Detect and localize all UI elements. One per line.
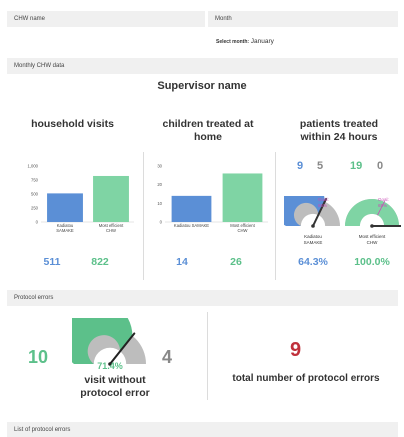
month-field[interactable]: Month bbox=[208, 11, 398, 27]
goal-value-best-text: 65% bbox=[378, 202, 388, 208]
patients-chw-out: 5 bbox=[317, 160, 324, 172]
monthly-section-header: Monthly CHW data bbox=[7, 58, 398, 74]
goal-label-chw: Goal: 65% bbox=[318, 197, 329, 208]
y-tick-label: 250 bbox=[31, 206, 39, 211]
without-error-count: 10 bbox=[28, 347, 49, 367]
goal-label-chw-text: Goal: bbox=[318, 197, 329, 202]
list-section-header: List of protocol errors bbox=[7, 422, 398, 437]
x-category-label: Kadiatou SAMAKE bbox=[174, 223, 209, 228]
protocol-divider bbox=[207, 312, 208, 400]
y-tick-label: 0 bbox=[160, 220, 163, 225]
y-tick-label: 10 bbox=[157, 201, 162, 206]
household-visits-title: household visits bbox=[10, 118, 135, 131]
children-title-line2: home bbox=[193, 131, 222, 143]
patients-chw-gauge bbox=[284, 196, 340, 228]
total-errors-count: 9 bbox=[290, 339, 302, 361]
patients-treated-title: patients treated within 24 hours bbox=[280, 118, 398, 144]
y-tick-label: 20 bbox=[157, 182, 162, 187]
month-label: Month bbox=[215, 16, 232, 22]
protocol-gauge bbox=[72, 318, 146, 366]
y-tick-label: 500 bbox=[31, 192, 39, 197]
x-category-label: CHW bbox=[106, 228, 116, 233]
bar bbox=[93, 175, 129, 222]
gauge-pivot bbox=[311, 224, 315, 228]
goal-label-best-text: Goal: bbox=[378, 197, 389, 202]
patients-chw-name: Kadiatou SAMAKE bbox=[284, 234, 342, 245]
gauge-fill bbox=[345, 198, 399, 226]
x-category-label: CHW bbox=[237, 228, 247, 233]
children-value-best: 26 bbox=[230, 256, 242, 268]
children-treated-title: children treated at home bbox=[143, 118, 273, 144]
children-treated-chart: 0 10 20 30 Kadiatou SAMAKE Most efficient CHW bbox=[148, 158, 272, 238]
children-title-line1: children treated at bbox=[162, 118, 254, 130]
patients-best-name: Most efficient CHW bbox=[343, 234, 401, 245]
column-divider-2 bbox=[275, 152, 276, 280]
household-value-best: 822 bbox=[91, 256, 109, 268]
protocol-section-header: Protocol errors bbox=[7, 290, 398, 306]
chw-name-label: CHW name bbox=[14, 16, 46, 22]
select-month-label: Select month: bbox=[216, 39, 250, 45]
y-tick-label: 0 bbox=[36, 220, 39, 225]
household-value-chw: 511 bbox=[43, 256, 61, 268]
children-value-chw: 14 bbox=[176, 256, 188, 268]
month-selector[interactable]: Select month: January bbox=[216, 38, 274, 45]
y-tick-label: 30 bbox=[157, 164, 162, 169]
without-error-line1: visit without bbox=[84, 374, 146, 386]
patients-pct-chw: 64.3% bbox=[298, 256, 328, 268]
y-tick-label: 750 bbox=[31, 178, 39, 183]
patients-best-in: 19 bbox=[350, 160, 363, 172]
bar bbox=[171, 195, 212, 222]
patients-title-line1: patients treated bbox=[299, 118, 379, 130]
bar bbox=[47, 193, 83, 222]
patients-best-name-line2: CHW bbox=[366, 239, 378, 245]
monthly-section-label: Monthly CHW data bbox=[14, 63, 65, 69]
without-error-line2: protocol error bbox=[80, 387, 150, 399]
y-tick-label: 1,000 bbox=[28, 164, 39, 169]
patients-pct-best: 100.0% bbox=[354, 256, 390, 268]
supervisor-name: Supervisor name bbox=[157, 80, 247, 92]
total-errors-label: total number of protocol errors bbox=[232, 373, 380, 384]
household-title-line1: household visits bbox=[31, 118, 114, 130]
gauge-pivot bbox=[370, 224, 374, 228]
bar bbox=[222, 173, 263, 222]
x-category-label: SAMAKE bbox=[56, 228, 74, 233]
patients-best-out: 0 bbox=[377, 160, 384, 172]
household-visits-chart-svg: 02505007501,000KadiatouSAMAKEMost effici… bbox=[28, 164, 134, 233]
goal-label-best: Goal: 65% bbox=[378, 197, 389, 208]
column-divider-1 bbox=[143, 152, 144, 280]
without-error-label: visit without protocol error bbox=[60, 374, 170, 400]
patients-best-gauge bbox=[345, 198, 401, 228]
patients-chw-in: 9 bbox=[297, 160, 304, 172]
with-error-count: 4 bbox=[162, 347, 173, 367]
children-treated-chart-svg: 0102030Kadiatou SAMAKE Most efficientCHW bbox=[157, 164, 268, 233]
chw-name-field[interactable]: CHW name bbox=[7, 11, 205, 27]
protocol-gauge-value: 71.4% bbox=[97, 361, 123, 371]
list-section-label: List of protocol errors bbox=[14, 427, 71, 433]
household-visits-chart: 0 250 500 750 1,000 Kadiatou SAMAKE Most effici… bbox=[10, 158, 138, 238]
patients-title-line2: within 24 hours bbox=[300, 131, 378, 143]
select-month-value: January bbox=[250, 38, 274, 45]
patients-chw-name-line2: SAMAKE bbox=[303, 239, 323, 245]
protocol-section-label: Protocol errors bbox=[14, 295, 54, 301]
goal-value-chw-text: 65% bbox=[318, 202, 328, 208]
